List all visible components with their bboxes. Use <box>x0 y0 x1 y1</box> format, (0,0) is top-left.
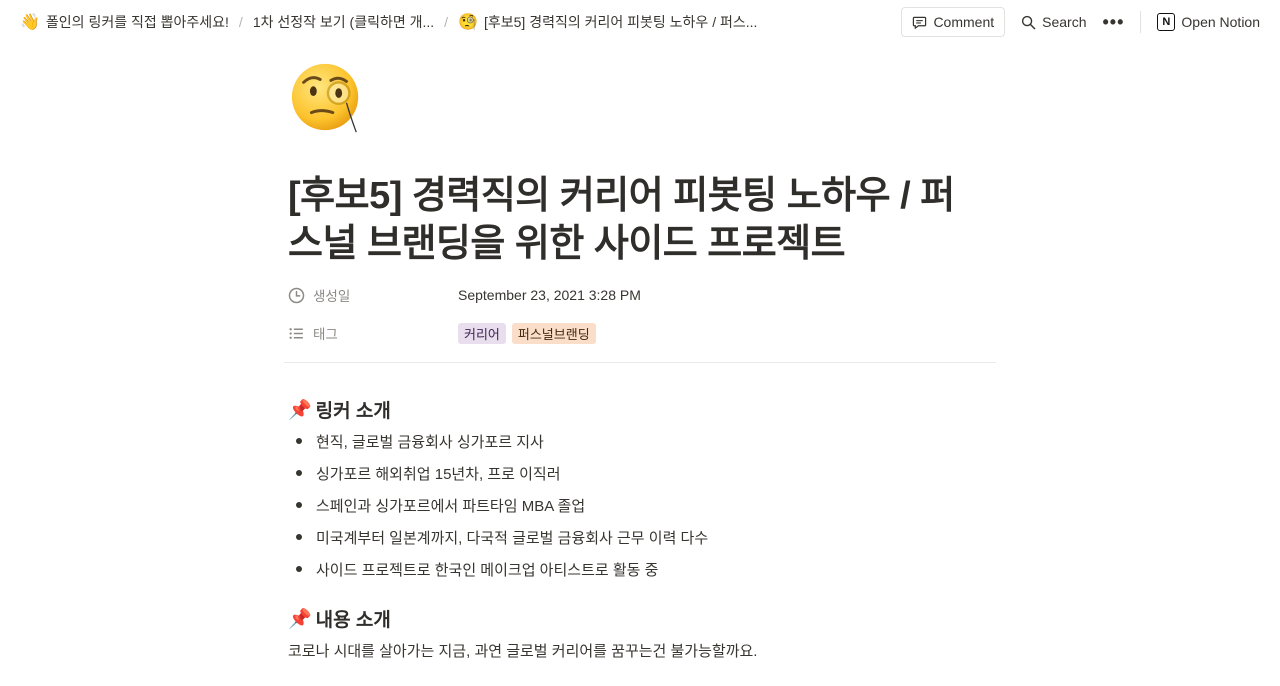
top-bar: 👋 폴인의 링커를 직접 뽑아주세요! / 1차 선정작 보기 (클릭하면 개.… <box>0 0 1280 44</box>
tag-career[interactable]: 커리어 <box>458 322 506 344</box>
tag-personal-branding[interactable]: 퍼스널브랜딩 <box>511 322 596 344</box>
breadcrumb-item-1[interactable]: 👋 폴인의 링커를 직접 뽑아주세요! <box>16 10 233 34</box>
breadcrumb-item-3[interactable]: 🧐 [후보5] 경력직의 커리어 피봇팅 노하우 / 퍼스... <box>454 10 761 34</box>
bullet-icon <box>296 534 302 540</box>
more-options-button[interactable]: ••• <box>1094 12 1132 33</box>
list-item[interactable]: 미국계부터 일본계까지, 다국적 글로벌 금융회사 근무 이력 다수 <box>288 521 708 553</box>
content-intro-paragraph[interactable]: 코로나 시대를 살아가는 지금, 과연 글로벌 커리어를 꿈꾸는건 불가능할까요… <box>288 640 757 661</box>
list-icon <box>289 327 303 339</box>
section-heading-text: 내용 소개 <box>315 610 391 631</box>
list-item[interactable]: 사이드 프로젝트로 한국인 메이크업 아티스트로 활동 중 <box>288 553 708 585</box>
pushpin-icon: 📌 <box>288 399 312 421</box>
section-heading-text: 링커 소개 <box>315 401 391 422</box>
created-date-value: September 23, 2021 3:28 PM <box>458 287 641 303</box>
search-icon <box>1022 15 1036 29</box>
page-title[interactable]: [후보5] 경력직의 커리어 피봇팅 노하우 / 퍼스널 브랜딩을 위한 사이드… <box>288 172 988 268</box>
clock-icon <box>288 287 305 303</box>
property-label: 생성일 <box>313 289 351 304</box>
list-item-text: 미국계부터 일본계까지, 다국적 글로벌 금융회사 근무 이력 다수 <box>316 529 709 547</box>
bullet-icon <box>296 470 302 476</box>
pushpin-icon: 📌 <box>288 608 312 630</box>
list-item-text: 싱가포르 해외취업 15년차, 프로 이직러 <box>316 465 561 483</box>
bullet-icon <box>296 502 302 508</box>
linker-intro-list: 현직, 글로벌 금융회사 싱가포르 지사 싱가포르 해외취업 15년차, 프로 … <box>288 425 708 585</box>
face-with-monocle-icon: 🧐 <box>458 14 478 31</box>
list-item[interactable]: 스페인과 싱가포르에서 파트타임 MBA 졸업 <box>288 489 708 521</box>
comment-label: Comment <box>933 14 995 30</box>
properties-divider <box>284 362 996 363</box>
breadcrumb-label: 1차 선정작 보기 (클릭하면 개... <box>252 14 435 30</box>
breadcrumb-label: 폴인의 링커를 직접 뽑아주세요! <box>45 14 229 30</box>
list-item-text: 사이드 프로젝트로 한국인 메이크업 아티스트로 활동 중 <box>316 561 659 579</box>
section-heading-content-intro[interactable]: 📌 내용 소개 <box>288 605 391 632</box>
open-notion-label: Open Notion <box>1181 14 1260 30</box>
property-name: 생성일 <box>288 285 458 305</box>
waving-hand-icon: 👋 <box>20 14 40 31</box>
property-tags[interactable]: 태그 커리어 퍼스널브랜딩 <box>288 319 996 347</box>
header-actions: Comment Search ••• N Open Notion <box>901 7 1268 37</box>
breadcrumb-label: [후보5] 경력직의 커리어 피봇팅 노하우 / 퍼스... <box>483 14 758 30</box>
breadcrumb-separator: / <box>238 14 243 30</box>
bullet-icon <box>296 438 302 444</box>
property-name: 태그 <box>288 323 458 343</box>
section-heading-linker-intro[interactable]: 📌 링커 소개 <box>288 396 391 423</box>
search-label: Search <box>1042 14 1087 30</box>
search-button[interactable]: Search <box>1013 7 1094 37</box>
breadcrumb-separator: / <box>444 14 449 30</box>
header-divider <box>1140 11 1142 33</box>
comment-icon <box>913 16 927 29</box>
list-item-text: 현직, 글로벌 금융회사 싱가포르 지사 <box>316 433 544 451</box>
property-created[interactable]: 생성일 September 23, 2021 3:28 PM <box>288 281 996 309</box>
list-item[interactable]: 현직, 글로벌 금융회사 싱가포르 지사 <box>288 425 708 457</box>
open-notion-button[interactable]: N Open Notion <box>1149 7 1268 37</box>
property-label: 태그 <box>313 327 338 342</box>
breadcrumb: 👋 폴인의 링커를 직접 뽑아주세요! / 1차 선정작 보기 (클릭하면 개.… <box>16 10 901 34</box>
list-item-text: 스페인과 싱가포르에서 파트타임 MBA 졸업 <box>316 497 586 515</box>
face-with-monocle-icon[interactable] <box>288 58 366 136</box>
notion-logo-icon: N <box>1157 13 1176 31</box>
tags-value: 커리어 퍼스널브랜딩 <box>458 322 596 344</box>
breadcrumb-item-2[interactable]: 1차 선정작 보기 (클릭하면 개... <box>249 10 438 34</box>
bullet-icon <box>296 566 302 572</box>
comment-button[interactable]: Comment <box>901 7 1006 37</box>
list-item[interactable]: 싱가포르 해외취업 15년차, 프로 이직러 <box>288 457 708 489</box>
